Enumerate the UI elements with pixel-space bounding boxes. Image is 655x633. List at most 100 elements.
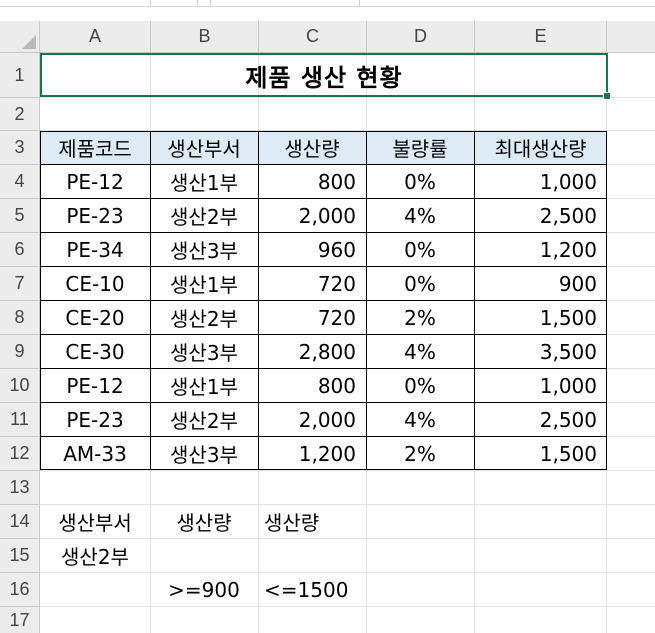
column-header-a[interactable]: A — [40, 21, 151, 53]
worksheet-grid[interactable]: 제품 생산 현황 제품코드 생산부서 생산량 불량률 최대생산량 PE-12 생… — [40, 53, 655, 633]
ribbon-edge — [0, 0, 655, 7]
criteria-value-cell[interactable]: >=900 — [150, 573, 258, 606]
row-header-11[interactable]: 11 — [0, 403, 40, 437]
criteria-header-cell[interactable]: 생산량 — [258, 505, 366, 538]
column-header-b[interactable]: B — [151, 21, 259, 53]
row-header-17[interactable]: 17 — [0, 607, 40, 633]
table-cell[interactable]: 800 — [258, 369, 366, 402]
table-cell[interactable]: 720 — [258, 301, 366, 334]
table-cell[interactable]: 4% — [366, 403, 474, 436]
gridline — [40, 470, 655, 471]
row-header-7[interactable]: 7 — [0, 267, 40, 301]
row-header-4[interactable]: 4 — [0, 165, 40, 199]
table-border — [40, 266, 607, 267]
table-header-cell[interactable]: 최대생산량 — [474, 131, 607, 164]
column-header-e[interactable]: E — [475, 21, 607, 53]
criteria-value-cell[interactable]: 생산2부 — [40, 539, 150, 572]
table-border — [40, 232, 607, 233]
select-all-triangle-icon — [22, 35, 36, 49]
table-cell[interactable]: 생산2부 — [150, 199, 258, 232]
table-cell[interactable]: 생산1부 — [150, 369, 258, 402]
row-header-14[interactable]: 14 — [0, 505, 40, 539]
table-cell[interactable]: 생산1부 — [150, 165, 258, 198]
sheet-title: 제품 생산 현황 — [245, 63, 403, 92]
table-border — [40, 164, 607, 165]
table-cell[interactable]: 1,200 — [258, 437, 366, 470]
table-cell[interactable]: 4% — [366, 335, 474, 368]
table-cell[interactable]: CE-20 — [40, 301, 150, 334]
table-header-cell[interactable]: 불량률 — [366, 131, 474, 164]
table-cell[interactable]: 800 — [258, 165, 366, 198]
table-cell[interactable]: AM-33 — [40, 437, 150, 470]
table-cell[interactable]: PE-23 — [40, 199, 150, 232]
table-cell[interactable]: 생산3부 — [150, 335, 258, 368]
row-header-12[interactable]: 12 — [0, 437, 40, 471]
title-cell-selected[interactable]: 제품 생산 현황 — [40, 53, 611, 100]
table-cell[interactable]: 720 — [258, 267, 366, 300]
gridline — [40, 606, 655, 607]
table-cell[interactable]: 0% — [366, 165, 474, 198]
table-cell[interactable]: 1,000 — [474, 369, 607, 402]
table-cell[interactable]: 2,500 — [474, 199, 607, 232]
table-border — [40, 334, 607, 335]
table-header-cell[interactable]: 제품코드 — [40, 131, 150, 164]
gridline — [40, 97, 655, 98]
table-cell[interactable]: CE-30 — [40, 335, 150, 368]
table-cell[interactable]: PE-34 — [40, 233, 150, 266]
table-cell[interactable]: 1,000 — [474, 165, 607, 198]
table-cell[interactable]: 4% — [366, 199, 474, 232]
table-border — [40, 436, 607, 437]
row-header-8[interactable]: 8 — [0, 301, 40, 335]
column-header-c[interactable]: C — [259, 21, 367, 53]
column-header-d[interactable]: D — [367, 21, 475, 53]
row-header-15[interactable]: 15 — [0, 539, 40, 573]
row-header-9[interactable]: 9 — [0, 335, 40, 369]
name-box-edge — [150, 0, 198, 6]
table-cell[interactable]: 생산2부 — [150, 403, 258, 436]
row-header-3[interactable]: 3 — [0, 131, 40, 165]
table-cell[interactable]: 2,000 — [258, 199, 366, 232]
table-cell[interactable]: CE-10 — [40, 267, 150, 300]
fill-handle[interactable] — [603, 92, 611, 100]
table-header-cell[interactable]: 생산량 — [258, 131, 366, 164]
table-cell[interactable]: 2,000 — [258, 403, 366, 436]
table-cell[interactable]: 0% — [366, 369, 474, 402]
table-cell[interactable]: 생산3부 — [150, 437, 258, 470]
row-header-5[interactable]: 5 — [0, 199, 40, 233]
formula-bar-edge — [210, 0, 360, 6]
column-header-f-partial[interactable] — [607, 21, 655, 53]
table-cell[interactable]: 1,200 — [474, 233, 607, 266]
table-cell[interactable]: PE-12 — [40, 369, 150, 402]
table-cell[interactable]: 2,800 — [258, 335, 366, 368]
table-header-cell[interactable]: 생산부서 — [150, 131, 258, 164]
table-border — [40, 300, 607, 301]
table-cell[interactable]: 900 — [474, 267, 607, 300]
table-cell[interactable]: 2% — [366, 437, 474, 470]
criteria-value-cell[interactable]: <=1500 — [258, 573, 366, 606]
row-header-6[interactable]: 6 — [0, 233, 40, 267]
table-cell[interactable]: 2% — [366, 301, 474, 334]
table-cell[interactable]: 1,500 — [474, 301, 607, 334]
table-border — [40, 402, 607, 403]
row-header-13[interactable]: 13 — [0, 471, 40, 505]
table-cell[interactable]: 1,500 — [474, 437, 607, 470]
row-header-16[interactable]: 16 — [0, 573, 40, 607]
table-cell[interactable]: 0% — [366, 267, 474, 300]
select-all-button[interactable] — [0, 21, 40, 53]
row-header-2[interactable]: 2 — [0, 98, 40, 131]
table-cell[interactable]: 생산1부 — [150, 267, 258, 300]
row-header-1[interactable]: 1 — [0, 53, 40, 98]
table-cell[interactable]: 0% — [366, 233, 474, 266]
table-cell[interactable]: PE-12 — [40, 165, 150, 198]
table-cell[interactable]: 2,500 — [474, 403, 607, 436]
table-border — [40, 368, 607, 369]
table-cell[interactable]: PE-23 — [40, 403, 150, 436]
criteria-header-cell[interactable]: 생산부서 — [40, 505, 150, 538]
table-cell[interactable]: 3,500 — [474, 335, 607, 368]
criteria-header-cell[interactable]: 생산량 — [150, 505, 258, 538]
table-cell[interactable]: 960 — [258, 233, 366, 266]
table-cell[interactable]: 생산3부 — [150, 233, 258, 266]
table-cell[interactable]: 생산2부 — [150, 301, 258, 334]
table-border — [40, 198, 607, 199]
row-header-10[interactable]: 10 — [0, 369, 40, 403]
